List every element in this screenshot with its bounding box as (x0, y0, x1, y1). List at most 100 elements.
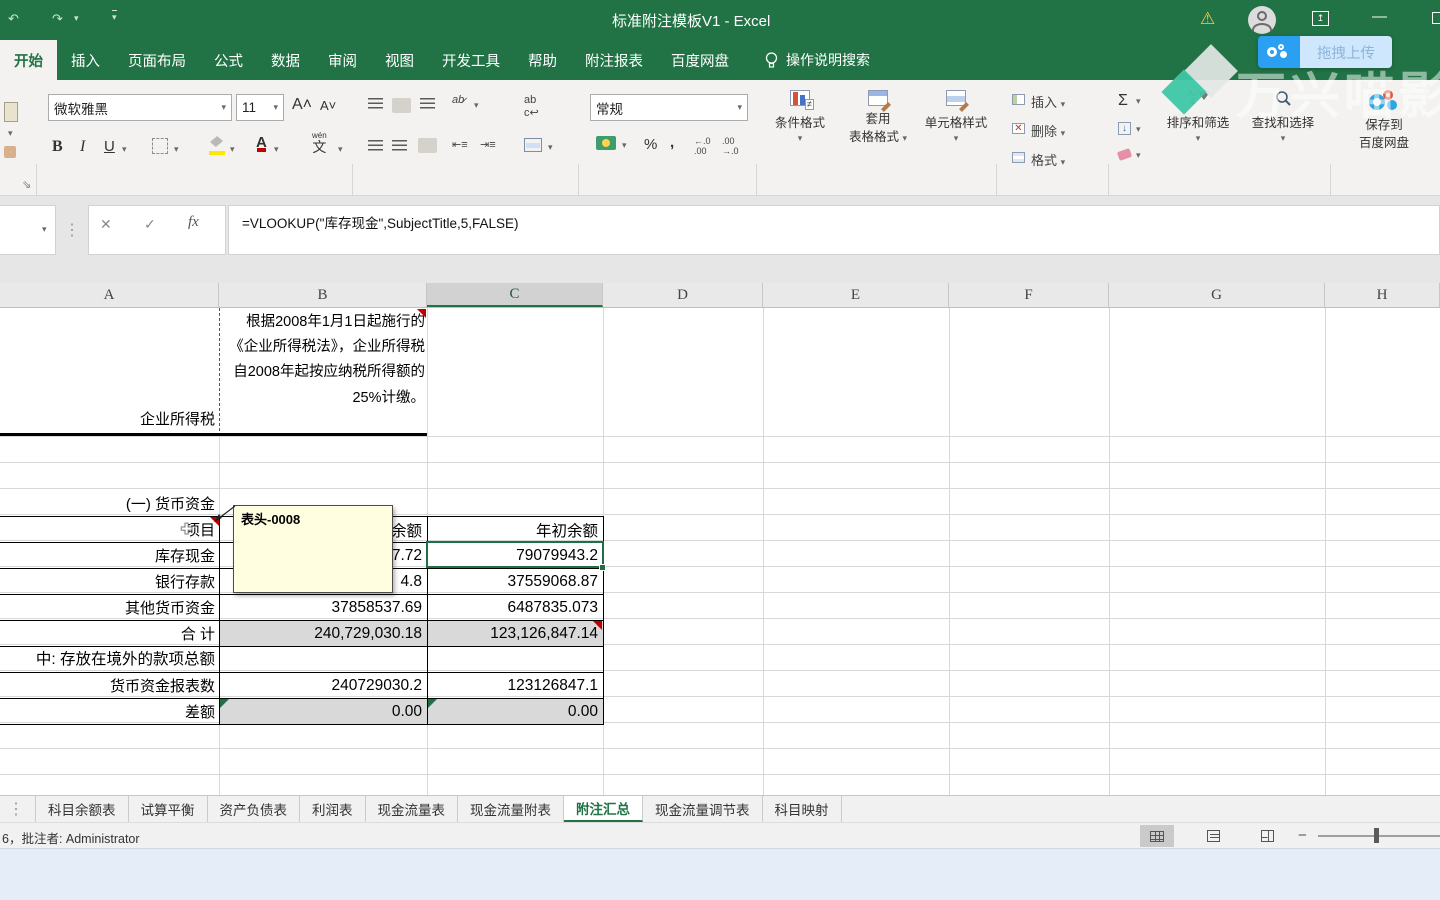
table-row-difference[interactable]: 差额 0.00 0.00 (0, 699, 604, 725)
sheet-tab[interactable]: 资产负债表 (208, 796, 300, 822)
merge-center-icon[interactable] (524, 138, 542, 152)
fill-color-icon[interactable] (208, 136, 226, 155)
percent-style-icon[interactable]: % (644, 136, 657, 153)
redo-icon[interactable]: ↷ (52, 11, 63, 27)
column-header-b[interactable]: B (219, 283, 427, 307)
paste-icon[interactable] (4, 102, 18, 122)
sheet-tab[interactable]: 现金流量表 (366, 796, 458, 822)
zoom-slider-track[interactable] (1318, 835, 1440, 837)
minimize-button[interactable]: — (1372, 8, 1387, 25)
save-to-baidu-button[interactable]: 保存到 百度网盘 (1336, 90, 1432, 152)
page-break-view-button[interactable] (1250, 825, 1284, 847)
fill-icon[interactable]: ↓ (1118, 122, 1131, 135)
column-header-c[interactable]: C (427, 283, 603, 307)
align-right-icon[interactable] (418, 138, 437, 153)
orientation-dropdown-icon[interactable]: ▾ (474, 100, 479, 111)
sheet-tab[interactable]: 利润表 (300, 796, 366, 822)
column-header-g[interactable]: G (1109, 283, 1325, 307)
tab-home[interactable]: 开始 (0, 40, 57, 80)
sheet-tab[interactable]: 现金流量调节表 (643, 796, 763, 822)
qat-customize-icon[interactable]: ▾ (112, 10, 117, 23)
insert-cells-button[interactable]: 插入 ▾ (1012, 92, 1065, 111)
fill-dropdown-icon[interactable]: ▾ (1136, 124, 1141, 135)
cell-section-title[interactable]: (一) 货币资金 (0, 493, 215, 514)
increase-font-icon[interactable]: A˄ (292, 96, 312, 114)
tab-baidu-netdisk[interactable]: 百度网盘 (657, 40, 743, 80)
tab-help[interactable]: 帮助 (514, 40, 571, 80)
drag-upload-button[interactable]: 拖拽上传 (1258, 36, 1392, 68)
font-color-dropdown-icon[interactable]: ▾ (274, 144, 279, 155)
bold-button[interactable]: B (52, 138, 63, 156)
decrease-font-icon[interactable]: A˅ (320, 98, 336, 113)
font-size-combo[interactable]: 11 ▾ (236, 94, 284, 121)
align-center-icon[interactable] (392, 140, 407, 151)
sheet-tab[interactable]: 现金流量附表 (458, 796, 564, 822)
borders-dropdown-icon[interactable]: ▾ (174, 144, 179, 155)
decrease-indent-icon[interactable]: ⇤≡ (452, 138, 468, 151)
column-header-d[interactable]: D (603, 283, 763, 307)
warning-icon[interactable]: ⚠ (1200, 9, 1215, 29)
autosum-icon[interactable]: Σ (1118, 92, 1128, 110)
phonetic-guide-icon[interactable]: wén 文 (312, 132, 327, 155)
tab-notes-report[interactable]: 附注报表 (571, 40, 657, 80)
table-row[interactable]: 货币资金报表数 240729030.2 123126847.1 (0, 673, 604, 699)
increase-decimal-icon[interactable]: ←.0.00 (694, 136, 711, 156)
merge-dropdown-icon[interactable]: ▾ (548, 142, 553, 153)
wrap-text-icon[interactable]: ab c↩ (524, 94, 539, 119)
zoom-out-icon[interactable]: − (1298, 827, 1307, 844)
underline-button[interactable]: U (104, 138, 115, 155)
fill-color-dropdown-icon[interactable]: ▾ (230, 144, 235, 155)
ribbon-display-options-icon[interactable]: ↥ (1312, 11, 1329, 26)
accounting-dropdown-icon[interactable]: ▾ (622, 140, 627, 151)
align-middle-icon[interactable] (392, 98, 411, 113)
redo-dropdown-icon[interactable]: ▾ (74, 13, 79, 24)
font-name-combo[interactable]: 微软雅黑 ▾ (48, 94, 232, 121)
column-header-e[interactable]: E (763, 283, 949, 307)
number-format-combo[interactable]: 常规 ▾ (590, 94, 748, 121)
column-header-a[interactable]: A (0, 283, 219, 307)
align-top-icon[interactable] (368, 98, 383, 109)
sheet-tab[interactable]: 试算平衡 (129, 796, 208, 822)
clipboard-dialog-launcher-icon[interactable]: ⇘ (22, 178, 31, 191)
align-left-icon[interactable] (368, 140, 383, 151)
cell-tax-label[interactable]: 企业所得税 (0, 408, 215, 429)
cell-tax-note[interactable]: 根据2008年1月1日起施行的《企业所得税法》，企业所得税自2008年起按应纳税… (222, 310, 425, 411)
font-color-icon[interactable]: A (256, 134, 267, 152)
accounting-format-icon[interactable] (596, 136, 616, 150)
paste-dropdown-icon[interactable]: ▾ (8, 128, 13, 139)
tab-page-layout[interactable]: 页面布局 (114, 40, 200, 80)
fill-handle[interactable] (599, 564, 606, 571)
clear-dropdown-icon[interactable]: ▾ (1136, 150, 1141, 161)
tab-review[interactable]: 审阅 (314, 40, 371, 80)
orientation-icon[interactable]: ab̷ (452, 94, 464, 106)
insert-function-icon[interactable]: fx (188, 214, 199, 231)
column-header-f[interactable]: F (949, 283, 1109, 307)
tab-insert[interactable]: 插入 (57, 40, 114, 80)
restore-button[interactable] (1432, 12, 1440, 24)
sort-filter-button[interactable]: A↓ Z 排序和筛选 ▾ (1156, 90, 1240, 145)
tell-me-search[interactable]: 操作说明搜索 (765, 40, 870, 80)
format-painter-icon[interactable] (4, 146, 16, 158)
tab-developer[interactable]: 开发工具 (428, 40, 514, 80)
borders-icon[interactable] (152, 138, 168, 154)
clear-icon[interactable] (1116, 148, 1133, 161)
sheet-tab-active[interactable]: 附注汇总 (564, 796, 643, 822)
conditional-formatting-button[interactable]: ≠ 条件格式 ▾ (764, 90, 836, 145)
table-row-total[interactable]: 合 计 240,729,030.18 123,126,847.14 (0, 621, 604, 647)
tab-data[interactable]: 数据 (257, 40, 314, 80)
tab-view[interactable]: 视图 (371, 40, 428, 80)
increase-indent-icon[interactable]: ⇥≡ (480, 138, 496, 151)
find-select-button[interactable]: 查找和选择 ▾ (1240, 90, 1326, 145)
selected-cell-outline[interactable] (426, 541, 604, 568)
table-row[interactable]: 其他货币资金 37858537.69 6487835.073 (0, 595, 604, 621)
table-row[interactable]: 中: 存放在境外的款项总额 (0, 647, 604, 673)
align-bottom-icon[interactable] (420, 98, 435, 109)
autosum-dropdown-icon[interactable]: ▾ (1136, 96, 1141, 107)
sheet-tab[interactable]: 科目映射 (763, 796, 842, 822)
name-box[interactable] (0, 205, 56, 255)
page-layout-view-button[interactable] (1196, 825, 1230, 847)
cancel-icon[interactable]: ✕ (100, 216, 112, 233)
comma-style-icon[interactable]: , (670, 134, 674, 151)
cell-styles-button[interactable]: 单元格样式 ▾ (918, 90, 994, 145)
format-as-table-button[interactable]: 套用 表格格式 ▾ (840, 90, 916, 146)
